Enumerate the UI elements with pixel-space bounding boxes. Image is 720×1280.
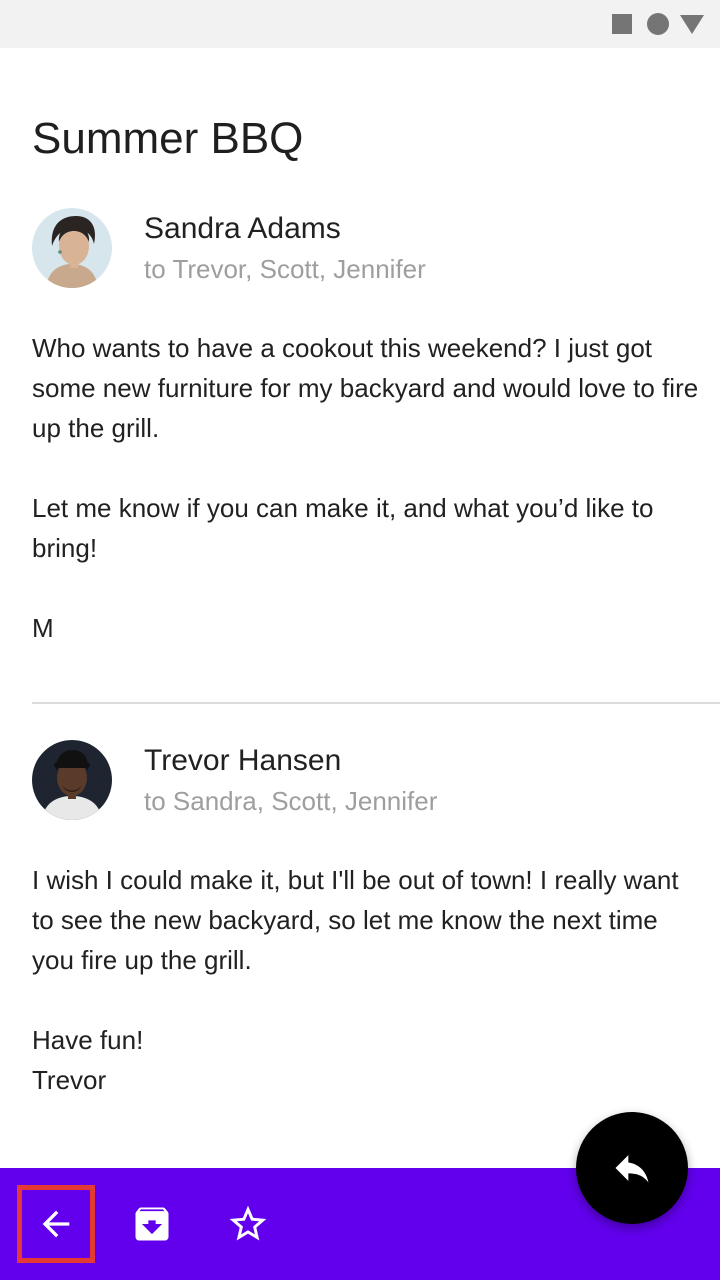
status-bar — [0, 0, 720, 48]
star-outline-icon — [229, 1205, 267, 1241]
message-paragraph: Let me know if you can make it, and what… — [32, 493, 654, 563]
message-signature: Trevor — [32, 1065, 107, 1095]
avatar-photo-trevor — [32, 740, 112, 820]
message: Trevor Hansen to Sandra, Scott, Jennifer… — [32, 740, 704, 1100]
message-divider — [32, 702, 720, 704]
reply-fab-button[interactable] — [576, 1112, 688, 1224]
message-paragraph: Who wants to have a cookout this weekend… — [32, 333, 699, 443]
message-body: Who wants to have a cookout this weekend… — [32, 328, 704, 648]
message-signature: M — [32, 613, 54, 643]
message-header: Trevor Hansen to Sandra, Scott, Jennifer — [32, 740, 704, 820]
email-subject: Summer BBQ — [32, 114, 304, 163]
recipients: to Trevor, Scott, Jennifer — [144, 254, 426, 284]
message-paragraph: I wish I could make it, but I'll be out … — [32, 865, 679, 975]
archive-icon — [135, 1207, 169, 1241]
message-body: I wish I could make it, but I'll be out … — [32, 860, 704, 1100]
message-header: Sandra Adams to Trevor, Scott, Jennifer — [32, 208, 704, 288]
star-button[interactable] — [212, 1188, 284, 1260]
avatar-photo-sandra — [32, 208, 112, 288]
message-closing: Have fun! — [32, 1025, 144, 1055]
back-arrow-icon — [42, 1210, 70, 1238]
square-icon — [612, 14, 632, 34]
reply-icon — [615, 1155, 649, 1183]
sender-name: Sandra Adams — [144, 212, 341, 245]
avatar[interactable] — [32, 208, 112, 288]
message-signature-block: Have fun! Trevor — [32, 1020, 704, 1100]
circle-icon — [647, 13, 669, 35]
back-button[interactable] — [17, 1185, 95, 1263]
avatar[interactable] — [32, 740, 112, 820]
archive-button[interactable] — [116, 1188, 188, 1260]
recipients: to Sandra, Scott, Jennifer — [144, 786, 438, 816]
message: Sandra Adams to Trevor, Scott, Jennifer … — [32, 208, 704, 648]
sender-name: Trevor Hansen — [144, 744, 342, 777]
email-detail-screen: Summer BBQ Sandra Adams to Trevor, Scott… — [0, 0, 720, 1280]
triangle-icon — [680, 15, 704, 34]
